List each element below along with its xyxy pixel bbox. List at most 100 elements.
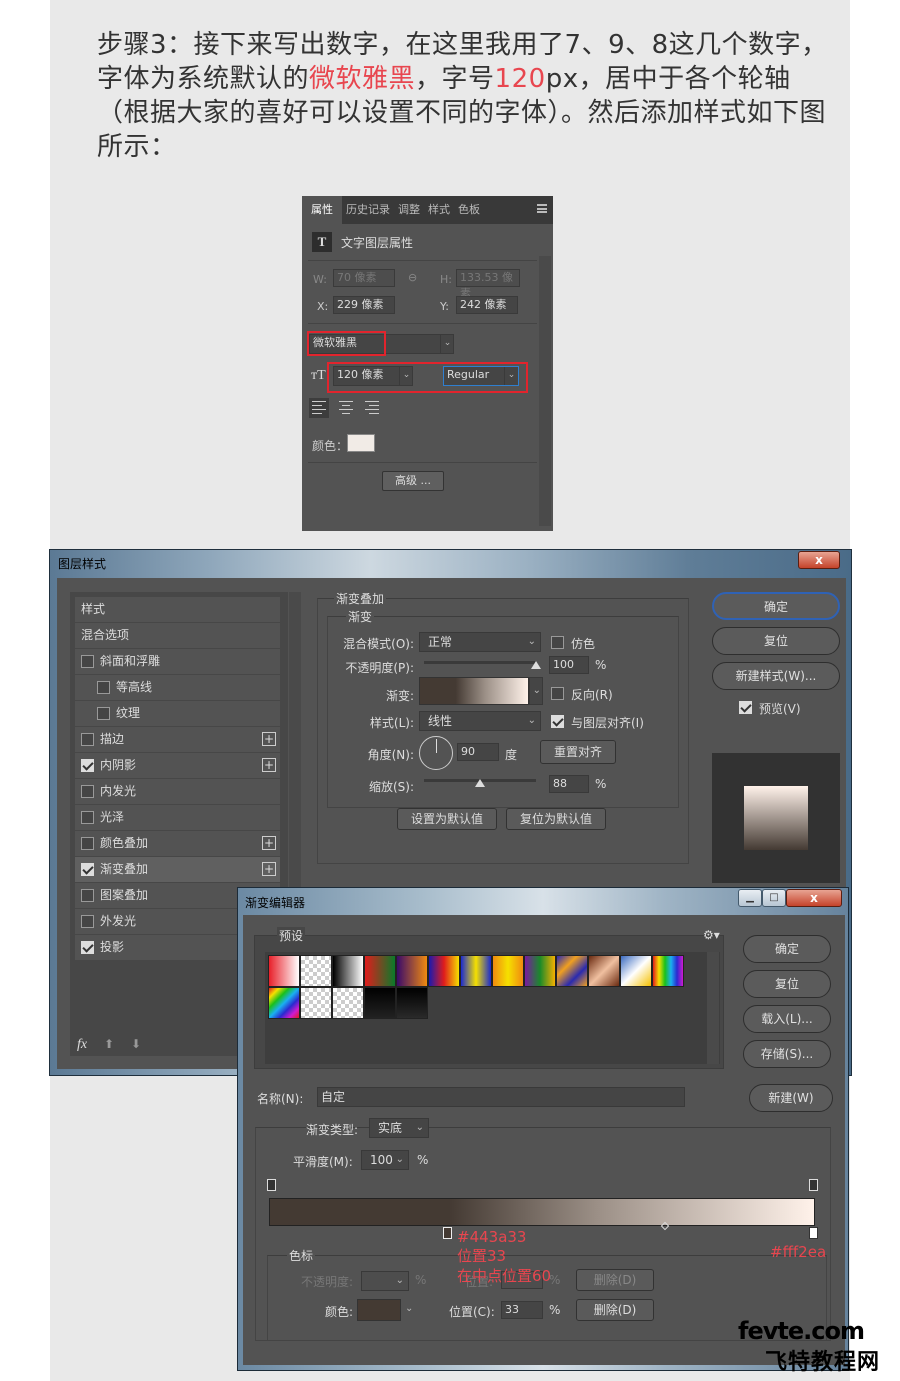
- opacity-slider[interactable]: [424, 661, 536, 664]
- gradient-picker-dropdown[interactable]: ⌄: [529, 677, 543, 705]
- style-checkbox[interactable]: [97, 707, 110, 720]
- panel-scrollbar[interactable]: [539, 256, 551, 526]
- align-center-button[interactable]: [336, 398, 356, 418]
- close-button[interactable]: x: [798, 551, 840, 569]
- style-list-item[interactable]: 光泽: [75, 805, 280, 830]
- preset-swatch[interactable]: [556, 955, 588, 987]
- new-gradient-button[interactable]: 新建(W): [749, 1084, 833, 1112]
- style-list-item[interactable]: 等高线: [75, 675, 280, 700]
- maximize-button[interactable]: □: [762, 889, 786, 907]
- move-up-icon[interactable]: ⬆: [104, 1037, 114, 1051]
- angle-input[interactable]: 90: [457, 743, 499, 761]
- gradient-bar[interactable]: [269, 1198, 815, 1226]
- opacity-input[interactable]: 100: [549, 656, 589, 674]
- reset-button[interactable]: 复位: [743, 970, 831, 998]
- opacity-stop-right[interactable]: [809, 1179, 818, 1191]
- load-button[interactable]: 载入(L)...: [743, 1005, 831, 1033]
- reset-button[interactable]: 复位: [712, 627, 840, 655]
- add-icon[interactable]: +: [262, 836, 276, 850]
- move-down-icon[interactable]: ⬇: [131, 1037, 141, 1051]
- style-checkbox[interactable]: [97, 681, 110, 694]
- angle-dial[interactable]: [419, 736, 453, 770]
- align-right-button[interactable]: [362, 398, 382, 418]
- style-checkbox[interactable]: [81, 759, 94, 772]
- ok-button[interactable]: 确定: [712, 592, 840, 620]
- advanced-button[interactable]: 高级 ...: [382, 471, 444, 491]
- scale-input[interactable]: 88: [549, 775, 589, 793]
- style-checkbox[interactable]: [81, 811, 94, 824]
- opacity-slider-thumb[interactable]: [531, 661, 541, 669]
- stop-opacity-select[interactable]: ⌄: [361, 1271, 409, 1291]
- tab-styles[interactable]: 样式: [424, 196, 454, 224]
- preset-swatch[interactable]: [300, 987, 332, 1019]
- preset-swatch[interactable]: [524, 955, 556, 987]
- preset-swatch[interactable]: [268, 955, 300, 987]
- delete-color-stop-button[interactable]: 删除(D): [576, 1299, 654, 1321]
- preset-swatch[interactable]: [396, 955, 428, 987]
- set-default-button[interactable]: 设置为默认值: [397, 808, 497, 830]
- preset-swatch[interactable]: [332, 955, 364, 987]
- chevron-down-icon[interactable]: ⌄: [405, 1303, 413, 1314]
- preset-swatch[interactable]: [300, 955, 332, 987]
- style-checkbox[interactable]: [81, 941, 94, 954]
- tab-properties[interactable]: 属性: [302, 196, 342, 224]
- opacity-stop-left[interactable]: [267, 1179, 276, 1191]
- dither-checkbox[interactable]: [551, 636, 564, 649]
- name-input[interactable]: 自定: [317, 1087, 685, 1107]
- stop-position-input[interactable]: 33: [501, 1301, 543, 1319]
- preset-swatch[interactable]: [460, 955, 492, 987]
- blend-mode-select[interactable]: 正常 ⌄: [419, 632, 541, 652]
- x-field[interactable]: 229 像素: [333, 296, 395, 314]
- tab-history[interactable]: 历史记录: [342, 196, 394, 224]
- color-stop-right[interactable]: [809, 1227, 818, 1239]
- reset-default-button[interactable]: 复位为默认值: [506, 808, 606, 830]
- gradient-type-select[interactable]: 实底 ⌄: [369, 1118, 429, 1138]
- width-field[interactable]: 70 像素: [333, 269, 395, 287]
- style-list-item[interactable]: 样式: [75, 597, 280, 622]
- add-icon[interactable]: +: [262, 758, 276, 772]
- tab-swatches[interactable]: 色板: [454, 196, 484, 224]
- style-list-item[interactable]: 颜色叠加 +: [75, 831, 280, 856]
- text-color-swatch[interactable]: [347, 434, 375, 452]
- style-select[interactable]: 线性 ⌄: [419, 711, 541, 731]
- gear-icon[interactable]: ⚙▾: [703, 928, 720, 942]
- style-checkbox[interactable]: [81, 655, 94, 668]
- stop-color-swatch[interactable]: [357, 1299, 401, 1321]
- ok-button[interactable]: 确定: [743, 935, 831, 963]
- chevron-down-icon[interactable]: ⌄: [440, 335, 454, 353]
- style-list-item[interactable]: 渐变叠加 +: [75, 857, 280, 882]
- panel-menu-icon[interactable]: [537, 204, 547, 213]
- preset-swatch[interactable]: [652, 955, 684, 987]
- style-checkbox[interactable]: [81, 785, 94, 798]
- tab-adjustments[interactable]: 调整: [394, 196, 424, 224]
- style-checkbox[interactable]: [81, 889, 94, 902]
- preset-swatch[interactable]: [492, 955, 524, 987]
- minimize-button[interactable]: ▁: [738, 889, 762, 907]
- align-with-layer-checkbox[interactable]: [551, 715, 564, 728]
- close-button[interactable]: x: [786, 889, 842, 907]
- delete-opacity-stop-button[interactable]: 删除(D): [576, 1269, 654, 1291]
- style-list-item[interactable]: 纹理: [75, 701, 280, 726]
- y-field[interactable]: 242 像素: [456, 296, 518, 314]
- preset-swatch[interactable]: [364, 955, 396, 987]
- preset-swatch[interactable]: [332, 987, 364, 1019]
- new-style-button[interactable]: 新建样式(W)...: [712, 662, 840, 690]
- height-field[interactable]: 133.53 像素: [456, 269, 520, 300]
- save-button[interactable]: 存储(S)...: [743, 1040, 831, 1068]
- style-checkbox[interactable]: [81, 915, 94, 928]
- preset-swatch[interactable]: [588, 955, 620, 987]
- add-icon[interactable]: +: [262, 732, 276, 746]
- style-checkbox[interactable]: [81, 837, 94, 850]
- add-icon[interactable]: +: [262, 862, 276, 876]
- preset-swatch[interactable]: [364, 987, 396, 1019]
- align-left-button[interactable]: [309, 398, 329, 418]
- preset-swatch[interactable]: [268, 987, 300, 1019]
- style-list-item[interactable]: 内阴影 +: [75, 753, 280, 778]
- style-checkbox[interactable]: [81, 733, 94, 746]
- preview-checkbox[interactable]: [739, 701, 752, 714]
- gradient-picker-swatch[interactable]: [419, 677, 529, 705]
- smoothness-select[interactable]: 100 ⌄: [361, 1150, 409, 1170]
- style-checkbox[interactable]: [81, 863, 94, 876]
- fx-icon[interactable]: fx: [77, 1037, 87, 1053]
- preset-swatch[interactable]: [396, 987, 428, 1019]
